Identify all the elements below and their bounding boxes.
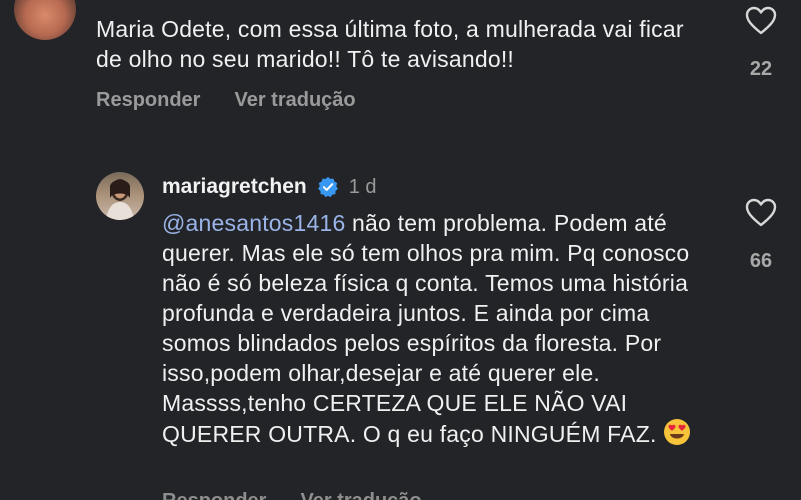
avatar[interactable]: [14, 0, 76, 40]
verified-badge-icon: [317, 176, 338, 198]
timestamp: 1 d: [348, 175, 377, 198]
like-control: 66: [745, 198, 777, 273]
username[interactable]: mariagretchen: [162, 175, 307, 199]
comment-actions: Responder Ver tradução: [96, 89, 356, 112]
heart-outline-icon[interactable]: [745, 6, 777, 36]
comment-header: mariagretchen 1 d: [162, 175, 377, 199]
heart-outline-icon[interactable]: [745, 198, 777, 228]
like-count: 22: [749, 58, 773, 80]
comment-body: não tem problema. Podem até querer. Mas …: [162, 210, 690, 447]
reply-button[interactable]: Responder: [162, 490, 266, 500]
comment-text: Maria Odete, com essa última foto, a mul…: [96, 16, 684, 72]
mention-link[interactable]: @anesantos1416: [162, 210, 345, 236]
avatar-image: [106, 179, 134, 220]
avatar[interactable]: [96, 172, 144, 220]
like-count: 66: [749, 250, 773, 272]
translate-button[interactable]: Ver tradução: [234, 89, 355, 112]
heart-eyes-emoji: [663, 419, 690, 445]
comment-actions: Responder Ver tradução: [162, 490, 422, 500]
translate-button[interactable]: Ver tradução: [300, 490, 421, 500]
comment-text: @anesantos1416 não tem problema. Podem a…: [162, 208, 722, 449]
reply-button[interactable]: Responder: [96, 89, 200, 112]
like-control: 22: [745, 6, 777, 81]
